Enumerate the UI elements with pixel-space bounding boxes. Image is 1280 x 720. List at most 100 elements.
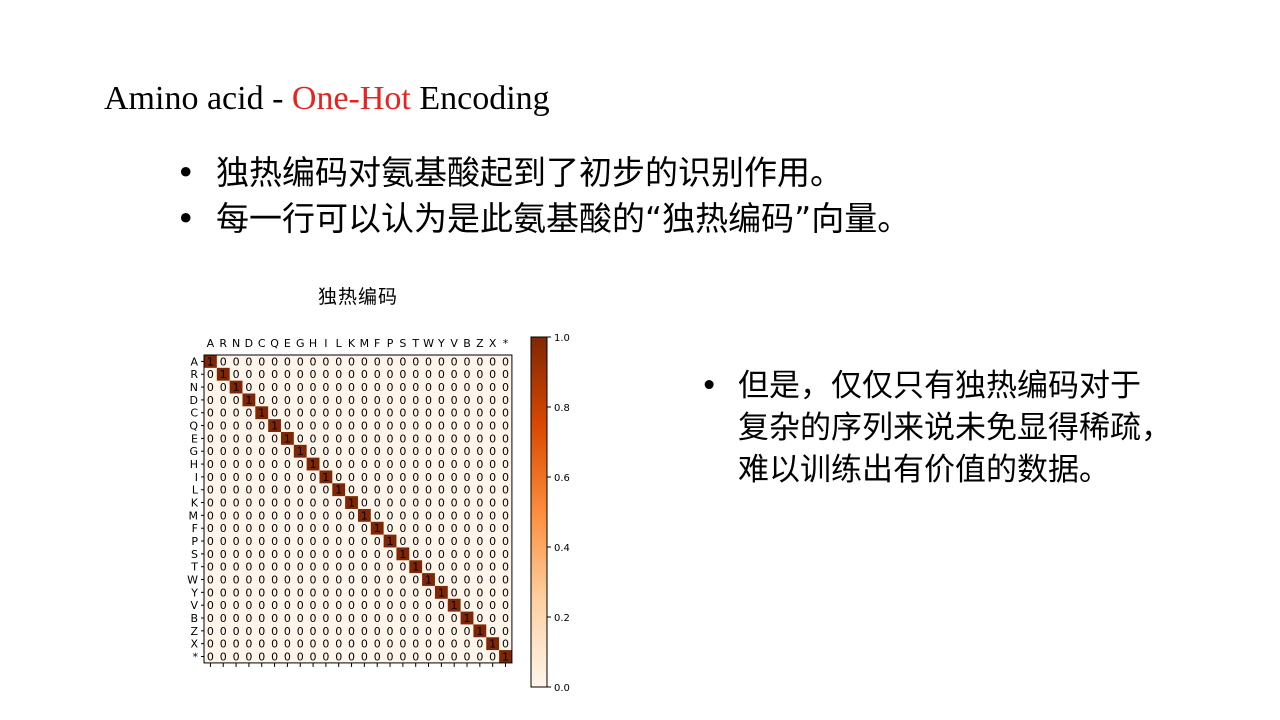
cell-value-label: 0 xyxy=(233,420,240,433)
cell-value-label: 0 xyxy=(258,420,265,433)
cell-value-label: 1 xyxy=(297,445,304,458)
cell-value-label: 0 xyxy=(310,381,317,394)
cell-value-label: 1 xyxy=(207,355,214,368)
cell-value-label: 0 xyxy=(476,394,483,407)
cell-value-label: 0 xyxy=(412,638,419,651)
cell-value-label: 0 xyxy=(322,394,329,407)
cell-value-label: 0 xyxy=(245,599,252,612)
cell-value-label: 0 xyxy=(335,355,342,368)
cell-value-label: 0 xyxy=(297,509,304,522)
cell-value-label: 0 xyxy=(438,548,445,561)
cell-value-label: 0 xyxy=(425,586,432,599)
cell-value-label: 0 xyxy=(297,599,304,612)
bullet-item: 每一行可以认为是此氨基酸的“独热编码”向量。 xyxy=(170,196,910,242)
cell-value-label: 0 xyxy=(464,574,471,587)
cell-value-label: 0 xyxy=(233,407,240,420)
cell-value-label: 0 xyxy=(207,407,214,420)
cell-value-label: 0 xyxy=(348,612,355,625)
y-tick-label: B xyxy=(190,612,198,625)
cell-value-label: 0 xyxy=(310,407,317,420)
cell-value-label: 0 xyxy=(374,509,381,522)
cell-value-label: 0 xyxy=(297,522,304,535)
cell-value-label: 0 xyxy=(387,381,394,394)
cell-value-label: 0 xyxy=(322,586,329,599)
cell-value-label: 0 xyxy=(310,420,317,433)
cell-value-label: 0 xyxy=(310,548,317,561)
x-tick-label: V xyxy=(450,337,458,350)
cell-value-label: 0 xyxy=(258,574,265,587)
cell-value-label: 0 xyxy=(322,651,329,664)
cell-value-label: 0 xyxy=(284,599,291,612)
y-tick-label: S xyxy=(191,548,198,561)
cell-value-label: 0 xyxy=(220,484,227,497)
cell-value-label: 0 xyxy=(489,651,496,664)
cell-value-label: 0 xyxy=(207,497,214,510)
cell-value-label: 0 xyxy=(438,420,445,433)
colorbar-tick-label: 0.2 xyxy=(554,613,570,624)
cell-value-label: 0 xyxy=(399,625,406,638)
bullet-dot: • xyxy=(700,368,719,404)
cell-value-label: 0 xyxy=(361,574,368,587)
cell-value-label: 0 xyxy=(489,471,496,484)
cell-value-label: 0 xyxy=(271,612,278,625)
cell-value-label: 0 xyxy=(476,471,483,484)
cell-value-label: 0 xyxy=(387,561,394,574)
y-tick-label: W xyxy=(187,574,198,587)
cell-value-label: 0 xyxy=(297,638,304,651)
cell-value-label: 0 xyxy=(207,599,214,612)
cell-value-label: 0 xyxy=(258,651,265,664)
cell-value-label: 0 xyxy=(220,535,227,548)
cell-value-label: 0 xyxy=(502,368,509,381)
cell-value-label: 0 xyxy=(245,445,252,458)
cell-value-label: 0 xyxy=(207,535,214,548)
cell-value-label: 0 xyxy=(284,548,291,561)
cell-value-label: 0 xyxy=(489,394,496,407)
cell-value-label: 0 xyxy=(451,535,458,548)
cell-value-label: 0 xyxy=(233,471,240,484)
cell-value-label: 0 xyxy=(399,509,406,522)
cell-value-label: 0 xyxy=(322,484,329,497)
cell-value-label: 0 xyxy=(245,586,252,599)
cell-value-label: 0 xyxy=(245,471,252,484)
cell-value-label: 0 xyxy=(233,599,240,612)
cell-value-label: 0 xyxy=(258,497,265,510)
cell-value-label: 0 xyxy=(476,432,483,445)
x-tick-label: Q xyxy=(270,337,279,350)
cell-value-label: 0 xyxy=(476,381,483,394)
cell-value-label: 0 xyxy=(412,586,419,599)
cell-value-label: 0 xyxy=(451,522,458,535)
cell-value-label: 0 xyxy=(335,420,342,433)
cell-value-label: 0 xyxy=(284,625,291,638)
cell-value-label: 0 xyxy=(310,484,317,497)
cell-value-label: 1 xyxy=(476,625,483,638)
cell-value-label: 0 xyxy=(476,458,483,471)
cell-value-label: 0 xyxy=(284,445,291,458)
cell-value-label: 0 xyxy=(489,509,496,522)
cell-value-label: 0 xyxy=(245,535,252,548)
cell-value-label: 0 xyxy=(271,625,278,638)
cell-value-label: 0 xyxy=(361,445,368,458)
cell-value-label: 0 xyxy=(207,651,214,664)
cell-value-label: 0 xyxy=(322,458,329,471)
cell-value-label: 0 xyxy=(502,471,509,484)
cell-value-label: 0 xyxy=(271,586,278,599)
cell-value-label: 0 xyxy=(335,445,342,458)
cell-value-label: 0 xyxy=(451,612,458,625)
cell-value-label: 0 xyxy=(284,561,291,574)
cell-value-label: 0 xyxy=(412,445,419,458)
cell-value-label: 0 xyxy=(207,522,214,535)
cell-value-label: 0 xyxy=(245,458,252,471)
cell-value-label: 0 xyxy=(245,638,252,651)
cell-value-label: 0 xyxy=(399,394,406,407)
cell-value-label: 0 xyxy=(438,522,445,535)
x-tick-label: F xyxy=(374,337,380,350)
cell-value-label: 0 xyxy=(412,394,419,407)
cell-value-label: 0 xyxy=(412,471,419,484)
cell-value-label: 1 xyxy=(233,381,240,394)
cell-value-label: 0 xyxy=(233,651,240,664)
cell-value-label: 0 xyxy=(348,368,355,381)
cell-value-label: 0 xyxy=(284,497,291,510)
cell-value-label: 0 xyxy=(425,381,432,394)
cell-value-label: 0 xyxy=(335,625,342,638)
cell-value-label: 1 xyxy=(245,394,252,407)
